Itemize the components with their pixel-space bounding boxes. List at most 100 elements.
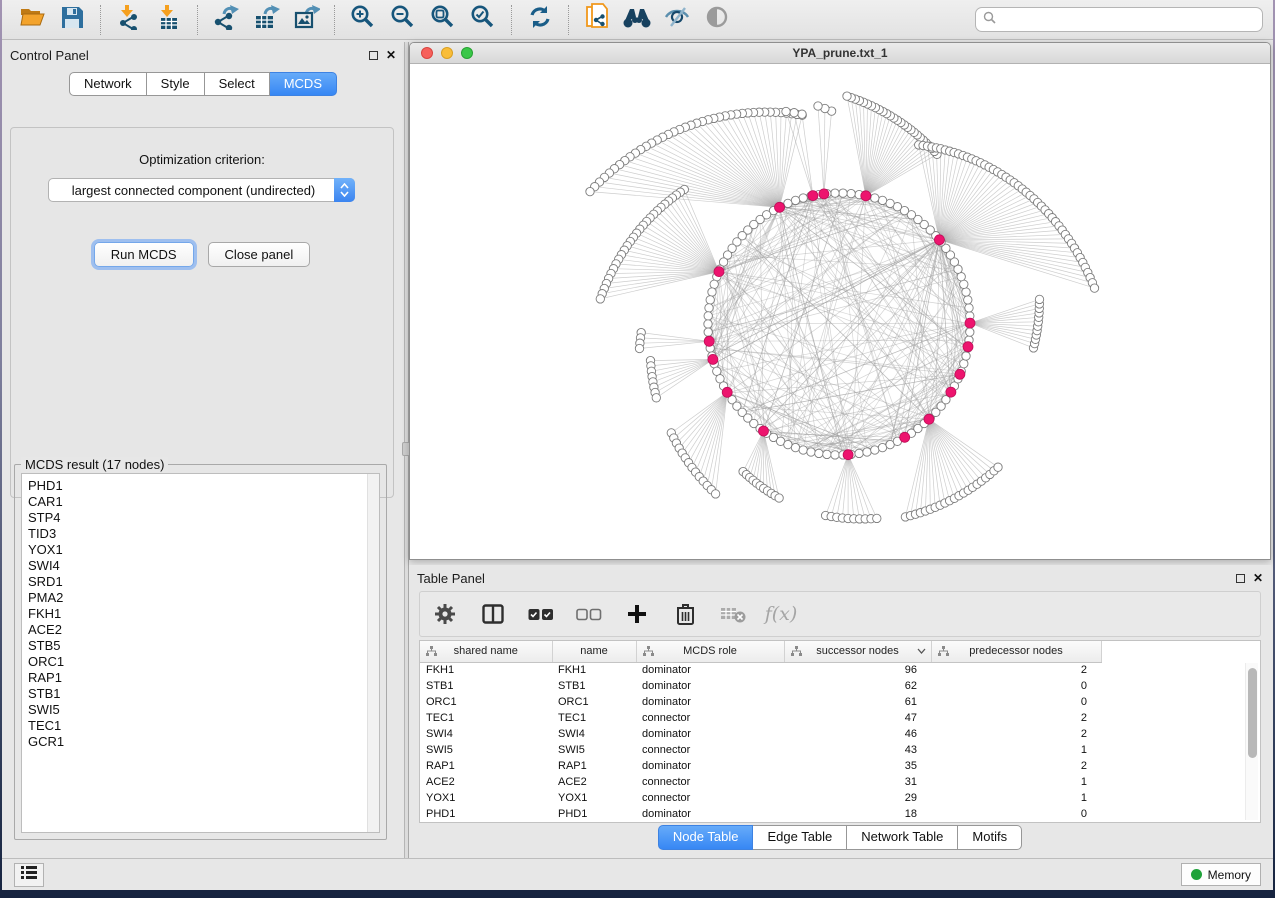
mcds-hub-node[interactable] [861, 191, 871, 201]
table-cell[interactable]: RAP1 [552, 758, 636, 774]
table-cell[interactable]: 2 [931, 758, 1101, 774]
table-cell[interactable]: dominator [636, 678, 784, 694]
network-node[interactable] [871, 446, 879, 454]
mcds-result-item[interactable]: RAP1 [28, 670, 379, 686]
table-cell[interactable]: 0 [931, 694, 1101, 710]
mcds-hub-node[interactable] [843, 450, 853, 460]
table-cell[interactable]: 96 [784, 662, 931, 678]
table-scrollbar[interactable] [1245, 663, 1258, 820]
network-node[interactable] [960, 280, 968, 288]
close-panel-button[interactable]: Close panel [208, 242, 311, 267]
table-cell[interactable]: 1 [931, 742, 1101, 758]
mcds-hub-node[interactable] [808, 191, 818, 201]
mcds-hub-node[interactable] [900, 432, 910, 442]
mcds-hub-node[interactable] [704, 336, 714, 346]
table-row[interactable]: STB1STB1dominator620 [420, 678, 1101, 694]
show-all-button[interactable] [700, 4, 734, 36]
table-cell[interactable]: YOX1 [420, 790, 552, 806]
table-cell[interactable]: dominator [636, 694, 784, 710]
table-row[interactable]: SWI5SWI5connector431 [420, 742, 1101, 758]
table-cell[interactable]: 46 [784, 726, 931, 742]
mcds-hub-node[interactable] [759, 426, 769, 436]
search-input[interactable] [1001, 13, 1255, 27]
mcds-hub-node[interactable] [775, 202, 785, 212]
network-node[interactable] [873, 514, 881, 522]
table-row[interactable]: PHD1PHD1dominator180 [420, 806, 1101, 822]
table-cell[interactable]: 29 [784, 790, 931, 806]
mcds-result-item[interactable]: STP4 [28, 510, 379, 526]
mcds-result-item[interactable]: PHD1 [28, 478, 379, 494]
network-node[interactable] [843, 92, 851, 100]
network-node[interactable] [635, 344, 643, 352]
network-node[interactable] [831, 451, 839, 459]
table-cell[interactable]: SWI5 [420, 742, 552, 758]
tab-select[interactable]: Select [205, 72, 270, 96]
mcds-result-item[interactable]: PMA2 [28, 590, 379, 606]
mcds-result-item[interactable]: SRD1 [28, 574, 379, 590]
open-session-button[interactable] [15, 4, 49, 36]
network-node[interactable] [831, 189, 839, 197]
network-node[interactable] [807, 448, 815, 456]
float-table-panel-icon[interactable] [1236, 574, 1245, 583]
mcds-result-item[interactable]: GCR1 [28, 734, 379, 750]
network-node[interactable] [965, 304, 973, 312]
table-cell[interactable]: SWI4 [552, 726, 636, 742]
mcds-hub-node[interactable] [934, 235, 944, 245]
column-header-name[interactable]: name [552, 641, 636, 662]
clone-network-button[interactable] [580, 4, 614, 36]
network-graph[interactable] [410, 64, 1271, 560]
table-cell[interactable]: dominator [636, 662, 784, 678]
network-node[interactable] [966, 328, 974, 336]
gear-icon[interactable] [432, 601, 458, 627]
network-node[interactable] [871, 194, 879, 202]
mcds-hub-node[interactable] [965, 318, 975, 328]
table-cell[interactable]: 0 [931, 806, 1101, 822]
network-node[interactable] [586, 187, 594, 195]
column-header-predecessor-nodes[interactable]: predecessor nodes [931, 641, 1101, 662]
network-node[interactable] [711, 490, 719, 498]
table-row[interactable]: ACE2ACE2connector311 [420, 774, 1101, 790]
close-table-panel-icon[interactable]: ✕ [1253, 573, 1263, 583]
table-cell[interactable]: ORC1 [420, 694, 552, 710]
table-cell[interactable]: SWI4 [420, 726, 552, 742]
column-header-successor-nodes[interactable]: successor nodes [784, 641, 931, 662]
network-node[interactable] [863, 448, 871, 456]
table-row[interactable]: SWI4SWI4dominator462 [420, 726, 1101, 742]
mcds-hub-node[interactable] [924, 414, 934, 424]
network-node[interactable] [960, 360, 968, 368]
table-cell[interactable]: TEC1 [552, 710, 636, 726]
table-cell[interactable]: 2 [931, 710, 1101, 726]
table-cell[interactable]: connector [636, 742, 784, 758]
table-cell[interactable]: connector [636, 790, 784, 806]
export-image-button[interactable] [289, 4, 323, 36]
column-header-MCDS-role[interactable]: MCDS role [636, 641, 784, 662]
table-cell[interactable]: FKH1 [552, 662, 636, 678]
mcds-hub-node[interactable] [946, 387, 956, 397]
zoom-out-button[interactable] [386, 4, 420, 36]
table-cell[interactable]: ACE2 [420, 774, 552, 790]
tab-node-table[interactable]: Node Table [658, 825, 754, 850]
node-table-grid[interactable]: shared namenameMCDS rolesuccessor nodesp… [420, 641, 1102, 822]
network-node[interactable] [596, 295, 604, 303]
zoom-fit-button[interactable] [426, 4, 460, 36]
table-row[interactable]: RAP1RAP1dominator352 [420, 758, 1101, 774]
table-cell[interactable]: 1 [931, 790, 1101, 806]
import-network-button[interactable] [112, 4, 146, 36]
task-history-button[interactable] [14, 863, 44, 887]
binoculars-button[interactable] [620, 4, 654, 36]
network-node[interactable] [782, 107, 790, 115]
mcds-result-item[interactable]: CAR1 [28, 494, 379, 510]
mcds-result-item[interactable]: ORC1 [28, 654, 379, 670]
network-node[interactable] [1090, 284, 1098, 292]
tab-mcds[interactable]: MCDS [270, 72, 337, 96]
optimization-criterion-select[interactable]: largest connected component (undirected) [48, 178, 355, 202]
network-node[interactable] [784, 440, 792, 448]
network-node[interactable] [799, 194, 807, 202]
mcds-hub-node[interactable] [708, 354, 718, 364]
network-node[interactable] [704, 312, 712, 320]
search-field[interactable] [975, 7, 1263, 32]
tab-style[interactable]: Style [147, 72, 205, 96]
mcds-result-item[interactable]: STB1 [28, 686, 379, 702]
mcds-hub-node[interactable] [963, 342, 973, 352]
add-column-icon[interactable] [624, 601, 650, 627]
